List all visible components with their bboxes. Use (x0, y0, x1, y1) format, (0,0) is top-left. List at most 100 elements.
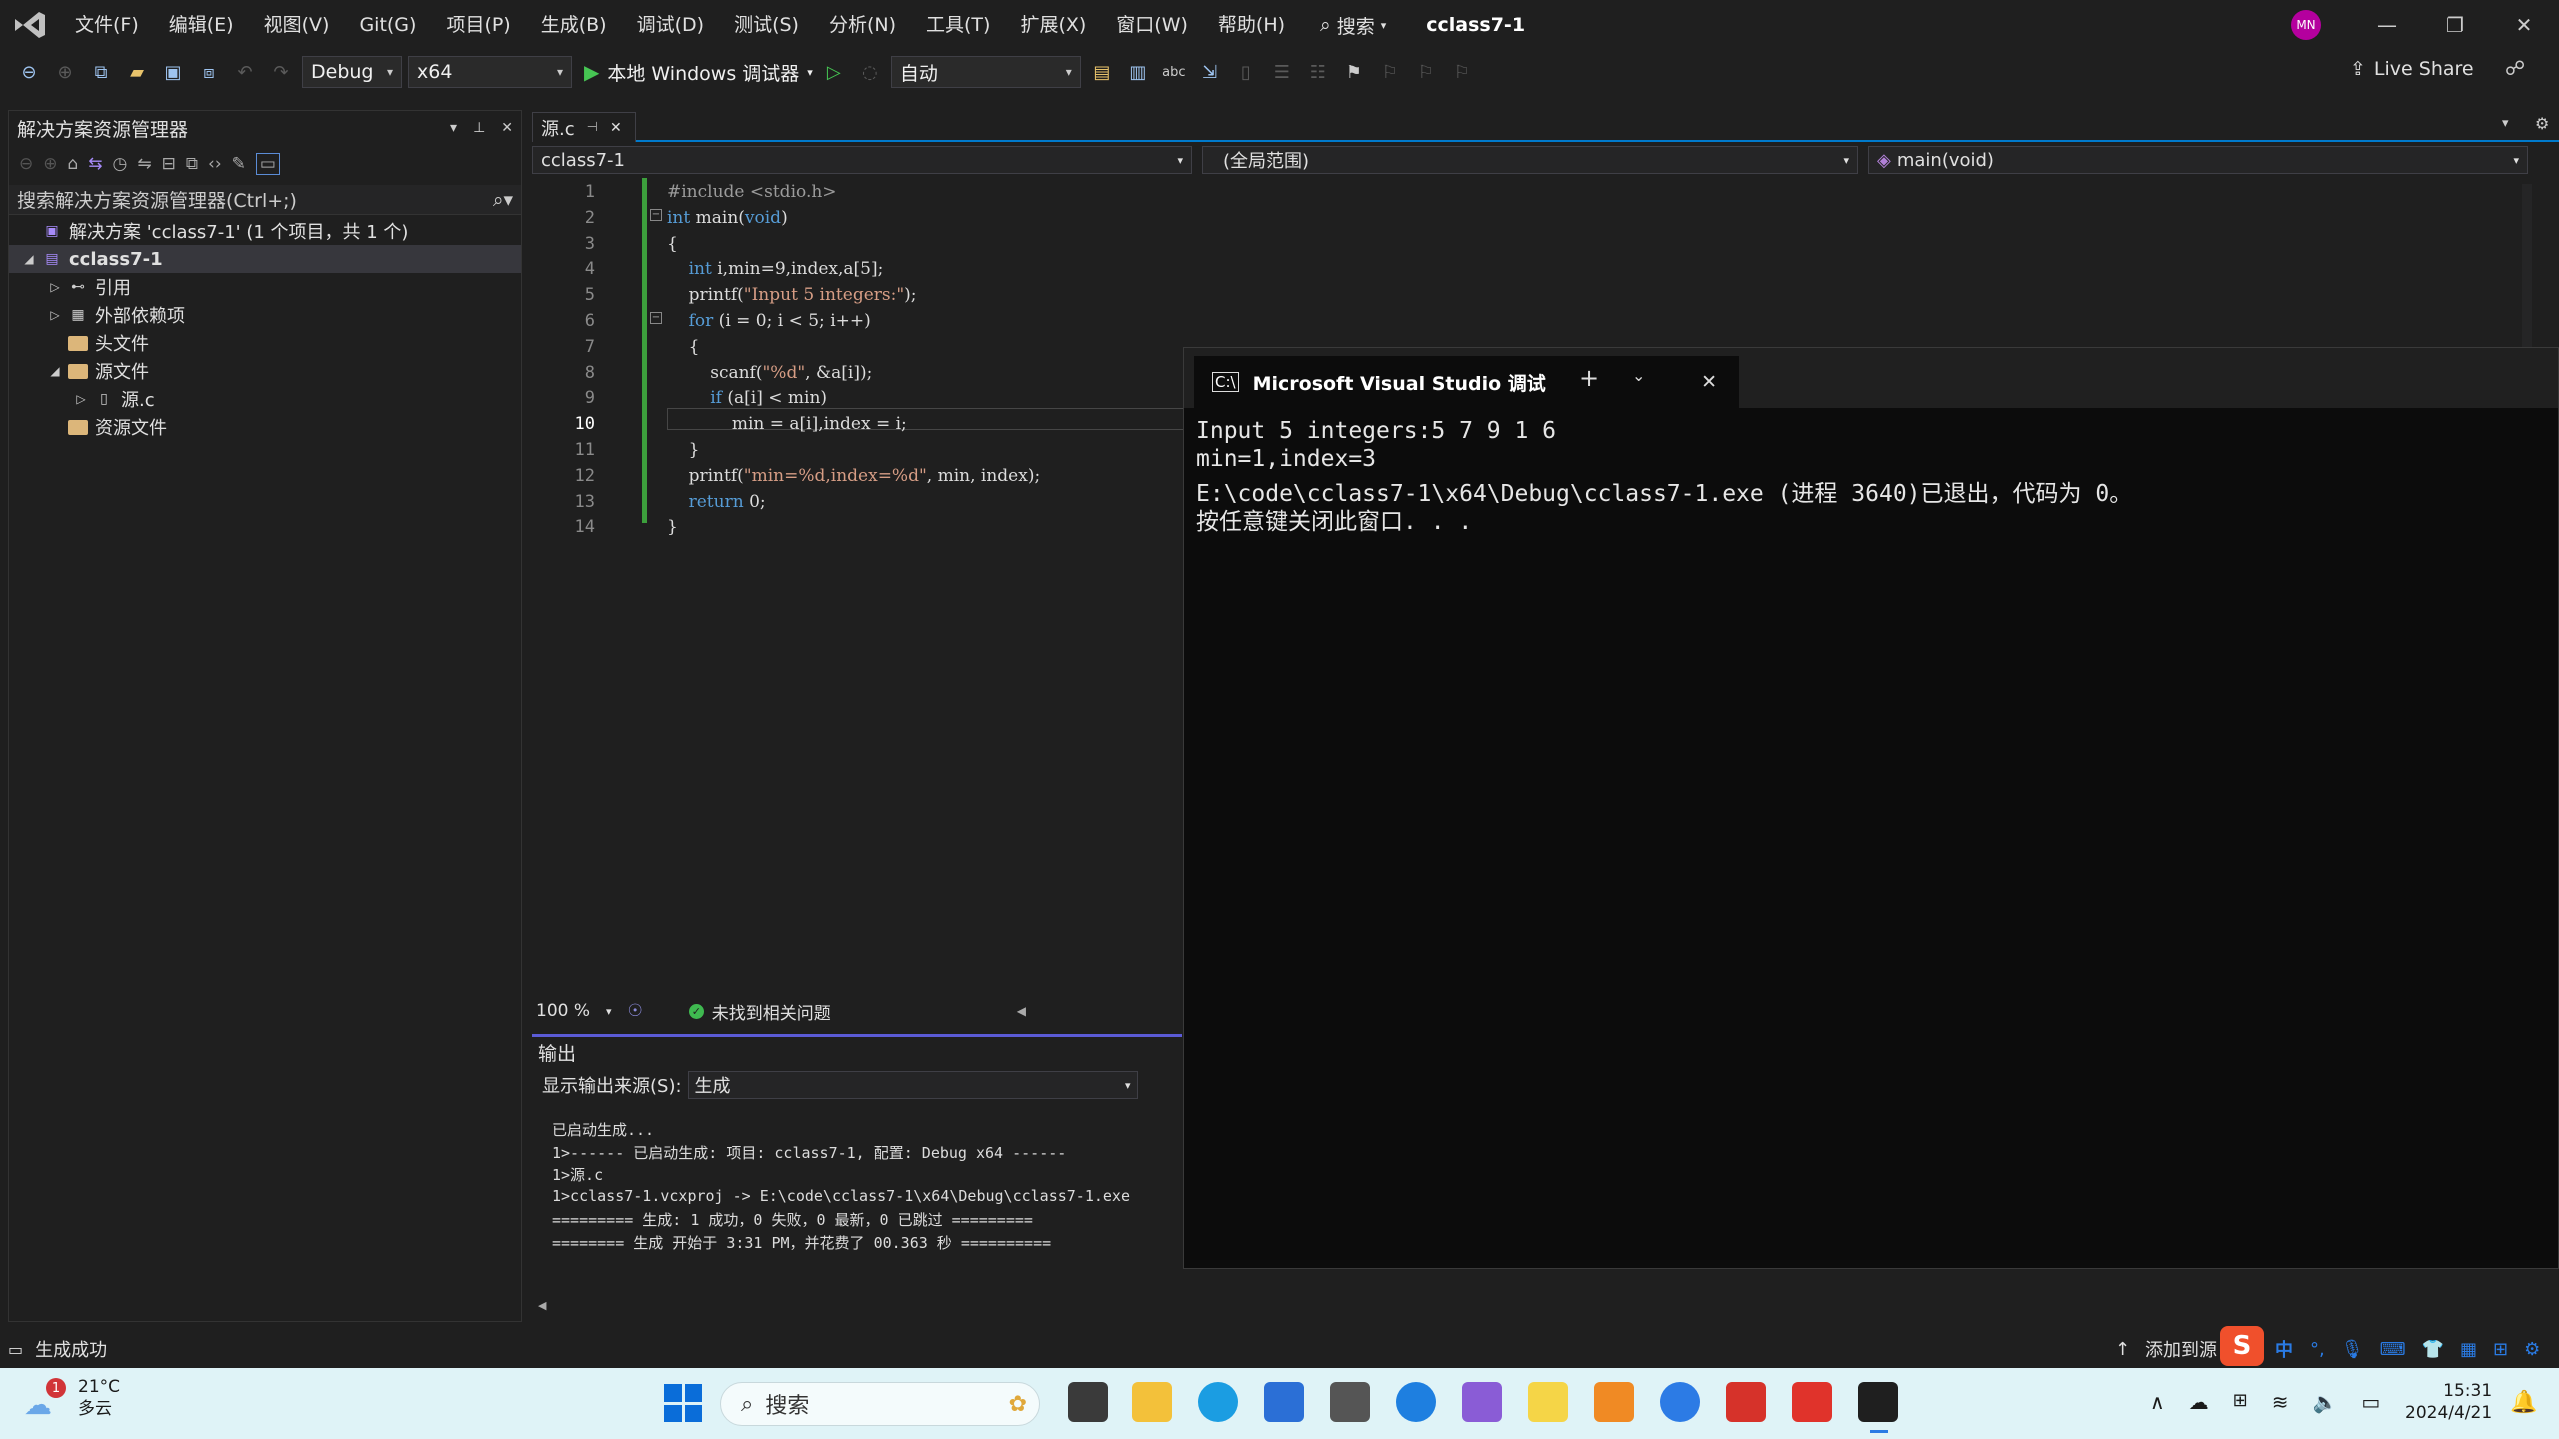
expanded-arrow-icon[interactable]: ◢ (47, 364, 63, 378)
xuexitong-icon[interactable] (1726, 1382, 1766, 1422)
solution-search-input[interactable]: 搜索解决方案资源管理器(Ctrl+;) ⌕▾ (9, 185, 521, 215)
sogou-ime-icon[interactable]: S (2220, 1326, 2264, 1366)
code-view-icon[interactable]: ‹› (208, 154, 222, 174)
next-bookmark-icon[interactable]: ⚐ (1411, 57, 1441, 87)
undo-icon[interactable]: ↶ (230, 57, 260, 87)
tree-item[interactable]: 头文件 (9, 329, 521, 357)
store-icon[interactable] (1264, 1382, 1304, 1422)
visual-studio-logo-icon[interactable] (0, 0, 60, 50)
menu-help[interactable]: 帮助(H) (1203, 0, 1300, 50)
menu-view[interactable]: 视图(V) (249, 0, 345, 50)
ime-indicator-icon[interactable]: ⊞ (2233, 1390, 2248, 1414)
chevron-down-icon[interactable]: ▾ (606, 1005, 612, 1018)
start-without-debug-icon[interactable]: ▷ (819, 57, 849, 87)
step-icon[interactable]: ⇲ (1195, 57, 1225, 87)
properties-icon[interactable]: ✎ (232, 154, 246, 174)
pending-changes-icon[interactable]: ◷ (113, 154, 128, 174)
onedrive-icon[interactable]: ☁ (2189, 1390, 2209, 1414)
show-all-files-icon[interactable]: ⧉ (186, 154, 198, 174)
battery-icon[interactable]: ▭ (2361, 1390, 2380, 1414)
indent-icon[interactable]: ☰ (1267, 57, 1297, 87)
chevron-down-icon[interactable]: ⌄ (1632, 366, 1645, 385)
collapsed-arrow-icon[interactable]: ▷ (47, 280, 63, 294)
fold-toggle-icon[interactable]: − (650, 312, 662, 324)
punctuation-icon[interactable]: °, (2310, 1339, 2325, 1360)
tree-item[interactable]: ◢ ▤ cclass7-1 (9, 245, 521, 273)
switch-views-icon[interactable]: ⇆ (88, 154, 102, 174)
close-icon[interactable]: ✕ (1701, 371, 1717, 393)
save-icon[interactable]: ▣ (158, 57, 188, 87)
bookmark-icon[interactable]: ⚑ (1339, 57, 1369, 87)
home-icon[interactable]: ⌂ (68, 154, 79, 174)
debug-console-window[interactable]: C:\ Microsoft Visual Studio 调试 ✕ + ⌄ Inp… (1183, 347, 2559, 1269)
settings-icon[interactable]: ⚙ (2524, 1339, 2540, 1360)
horizontal-scrollbar[interactable]: ◀ (538, 1299, 1178, 1315)
wps-icon[interactable] (1792, 1382, 1832, 1422)
pin-icon[interactable]: ⊣ (587, 120, 598, 135)
toolbox-icon[interactable]: ▦ (2460, 1339, 2477, 1360)
layout-icon[interactable]: ▥ (1123, 57, 1153, 87)
edge-icon[interactable] (1198, 1382, 1238, 1422)
upload-icon[interactable]: ↑ (2115, 1339, 2130, 1360)
task-view-icon[interactable] (1068, 1382, 1108, 1422)
outdent-icon[interactable]: ☷ (1303, 57, 1333, 87)
menu-tools[interactable]: 工具(T) (911, 0, 1005, 50)
spellcheck-icon[interactable]: abc (1159, 57, 1189, 87)
start-button[interactable] (664, 1384, 702, 1422)
wifi-icon[interactable]: ≋ (2272, 1390, 2289, 1414)
collapsed-arrow-icon[interactable]: ▷ (47, 308, 63, 322)
skin-icon[interactable]: 👕 (2422, 1339, 2444, 1360)
restore-icon[interactable]: ❐ (2420, 0, 2490, 50)
system-clock[interactable]: 15:31 2024/4/21 (2405, 1380, 2492, 1424)
menu-project[interactable]: 项目(P) (431, 0, 525, 50)
meeting-icon[interactable] (1660, 1382, 1700, 1422)
dropdown-icon[interactable]: ▾ (450, 120, 457, 136)
clear-bookmark-icon[interactable]: ⚐ (1447, 57, 1477, 87)
paper-icon[interactable] (1528, 1382, 1568, 1422)
apps-icon[interactable]: ⊞ (2493, 1339, 2508, 1360)
mode-select[interactable]: 自动 ▾ (890, 56, 1081, 88)
user-avatar[interactable]: MN (2291, 10, 2321, 40)
tab-list-icon[interactable]: ▾ (2502, 116, 2509, 131)
menu-analyze[interactable]: 分析(N) (814, 0, 911, 50)
tree-item[interactable]: ▣ 解决方案 'cclass7-1' (1 个项目，共 1 个) (9, 217, 521, 245)
new-tab-icon[interactable]: + (1579, 364, 1599, 392)
unity-icon[interactable] (1330, 1382, 1370, 1422)
prev-bookmark-icon[interactable]: ⚐ (1375, 57, 1405, 87)
menu-window[interactable]: 窗口(W) (1101, 0, 1203, 50)
output-source-select[interactable]: 生成 ▾ (687, 1071, 1138, 1099)
preview-icon[interactable]: ▭ (255, 153, 280, 175)
scope-nav-select[interactable]: (全局范围) ▾ (1202, 146, 1858, 174)
add-to-source-control[interactable]: 添加到源 (2145, 1336, 2217, 1362)
zoom-level[interactable]: 100 % (536, 1001, 590, 1021)
slides-icon[interactable] (1594, 1382, 1634, 1422)
save-all-icon[interactable]: ⧈ (194, 57, 224, 87)
minimize-icon[interactable]: — (2352, 0, 2422, 50)
expanded-arrow-icon[interactable]: ◢ (21, 252, 37, 266)
menu-file[interactable]: 文件(F) (60, 0, 154, 50)
terminal-icon[interactable] (1858, 1382, 1898, 1422)
feedback-icon[interactable]: ☍ (2505, 56, 2525, 80)
close-icon[interactable]: ✕ (2489, 0, 2559, 50)
keyboard-icon[interactable]: ⌨ (2380, 1339, 2406, 1360)
show-hidden-icons[interactable]: ∧ (2150, 1390, 2165, 1414)
tab-source-c[interactable]: 源.c ⊣ ✕ (532, 112, 636, 142)
menu-debug[interactable]: 调试(D) (622, 0, 719, 50)
volume-icon[interactable]: 🔈 (2313, 1390, 2338, 1414)
tree-item[interactable]: ▷ ⊷ 引用 (9, 273, 521, 301)
menu-git[interactable]: Git(G) (344, 0, 431, 50)
tree-item[interactable]: ▷ ▯ 源.c (9, 385, 521, 413)
solution-folder-icon[interactable]: ▤ (1087, 57, 1117, 87)
tree-item[interactable]: 资源文件 (9, 413, 521, 441)
settings-icon[interactable]: ⚙ (2535, 114, 2549, 133)
forward-icon[interactable]: ⊕ (50, 57, 80, 87)
close-icon[interactable]: ✕ (501, 120, 513, 136)
close-icon[interactable]: ✕ (610, 120, 622, 136)
taskbar-search[interactable]: ⌕ 搜索 ✿ (720, 1382, 1040, 1426)
platform-select[interactable]: x64 ▾ (408, 56, 572, 88)
visual-studio-icon[interactable] (1462, 1382, 1502, 1422)
search-button[interactable]: ⌕ 搜索 ▾ (1320, 12, 1386, 39)
notification-bell-icon[interactable]: 🔔 (2510, 1390, 2537, 1415)
sync-icon[interactable]: ⇋ (137, 154, 151, 174)
menu-build[interactable]: 生成(B) (526, 0, 622, 50)
